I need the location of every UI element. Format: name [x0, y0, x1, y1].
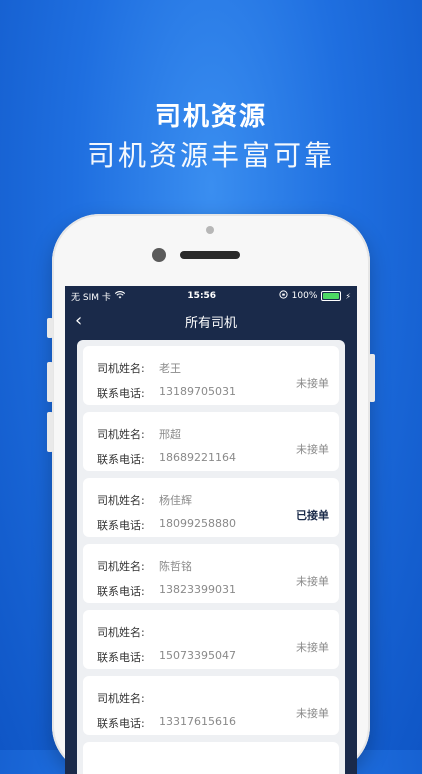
status-badge: 未接单: [296, 377, 329, 390]
mute-switch: [47, 318, 53, 338]
front-camera: [152, 248, 166, 262]
name-label: 司机姓名:: [97, 494, 145, 507]
driver-card[interactable]: 司机姓名: 杨佳辉 联系电话: 18099258880 已接单: [83, 478, 339, 537]
driver-phone: 15073395047: [159, 649, 236, 662]
power-button: [369, 354, 375, 402]
charging-icon: ⚡: [345, 291, 351, 301]
driver-phone: 13189705031: [159, 385, 236, 398]
driver-list: 司机姓名: 老王 联系电话: 13189705031 未接单 司机姓名: 邢超 联系电…: [77, 340, 345, 774]
status-badge: 未接单: [296, 575, 329, 588]
wifi-icon: [114, 290, 125, 302]
phone-label: 联系电话:: [97, 387, 145, 400]
phone-frame: 无 SIM 卡 15:56 100% ⚡ ‹ 所有司机 司机姓名: 老王 联系电…: [47, 214, 375, 774]
back-chevron-icon[interactable]: ‹: [75, 310, 82, 331]
nav-bar: ‹ 所有司机: [65, 306, 357, 336]
status-badge: 未接单: [296, 707, 329, 720]
phone-label: 联系电话:: [97, 453, 145, 466]
promo-subtitle: 司机资源丰富可靠: [86, 139, 335, 172]
orientation-lock-icon: [279, 290, 288, 302]
driver-name: 邢超: [159, 428, 181, 441]
page-title: 所有司机: [184, 315, 237, 331]
driver-phone: 18689221164: [159, 451, 236, 464]
status-badge: 未接单: [296, 641, 329, 654]
phone-label: 联系电话:: [97, 519, 145, 532]
driver-card[interactable]: [83, 742, 339, 774]
driver-card[interactable]: 司机姓名: 邢超 联系电话: 18689221164 未接单: [83, 412, 339, 471]
name-label: 司机姓名:: [97, 362, 145, 375]
status-badge: 未接单: [296, 443, 329, 456]
name-label: 司机姓名:: [97, 626, 145, 639]
name-label: 司机姓名:: [97, 428, 145, 441]
driver-card[interactable]: 司机姓名: 老王 联系电话: 13189705031 未接单: [83, 346, 339, 405]
name-label: 司机姓名:: [97, 692, 145, 705]
driver-card[interactable]: 司机姓名: 陈哲铭 联系电话: 13823399031 未接单: [83, 544, 339, 603]
driver-phone: 18099258880: [159, 517, 236, 530]
driver-phone: 13823399031: [159, 583, 236, 596]
phone-label: 联系电话:: [97, 717, 145, 730]
sensor-dot: [206, 226, 214, 234]
earpiece-speaker: [180, 251, 240, 259]
driver-name: 陈哲铭: [159, 560, 192, 573]
driver-card[interactable]: 司机姓名: 联系电话: 13317615616 未接单: [83, 676, 339, 735]
driver-name: 杨佳辉: [159, 494, 192, 507]
phone-label: 联系电话:: [97, 585, 145, 598]
status-bar: 无 SIM 卡 15:56 100% ⚡: [65, 286, 357, 306]
phone-label: 联系电话:: [97, 651, 145, 664]
status-badge: 已接单: [296, 509, 329, 522]
app-screen: 无 SIM 卡 15:56 100% ⚡ ‹ 所有司机 司机姓名: 老王 联系电…: [65, 286, 357, 774]
battery-percent: 100%: [291, 291, 318, 301]
battery-icon: [321, 291, 342, 301]
driver-card[interactable]: 司机姓名: 联系电话: 15073395047 未接单: [83, 610, 339, 669]
carrier-text: 无 SIM 卡: [71, 292, 111, 303]
volume-up-button: [47, 362, 53, 402]
promo-title: 司机资源: [154, 102, 267, 132]
clock-text: 15:56: [187, 291, 217, 301]
volume-down-button: [47, 412, 53, 452]
driver-phone: 13317615616: [159, 715, 236, 728]
driver-name: 老王: [159, 362, 181, 375]
name-label: 司机姓名:: [97, 560, 145, 573]
